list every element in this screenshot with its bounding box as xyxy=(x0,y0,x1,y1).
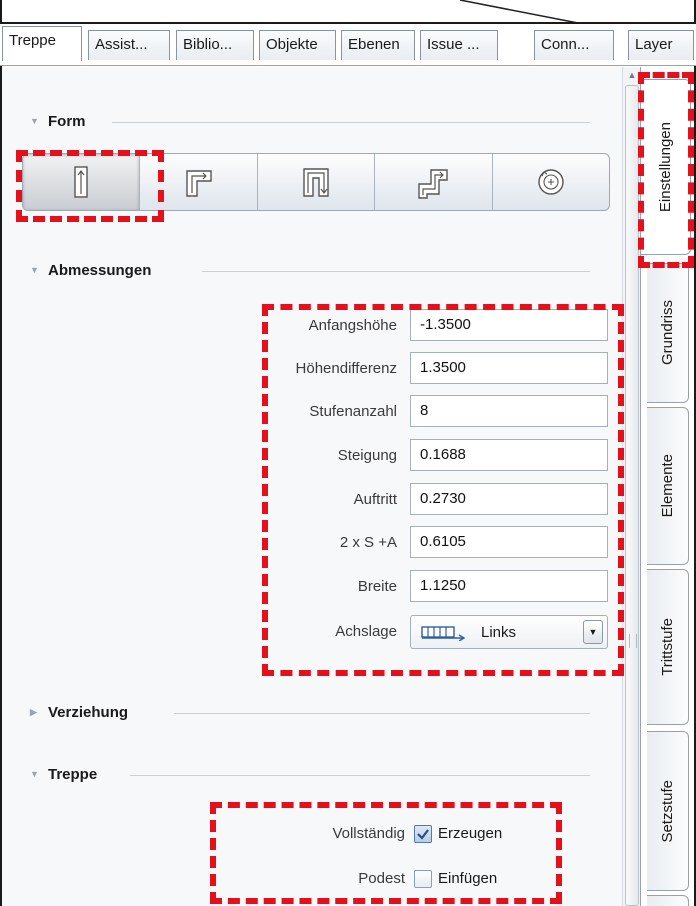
dimension-label: 2 x S +A xyxy=(339,534,397,551)
dimension-row: Achslage Links ▼ xyxy=(242,615,612,649)
achslage-value: Links xyxy=(481,623,517,641)
side-tab-label: Elemente xyxy=(659,454,676,518)
erzeugen-checkbox[interactable] xyxy=(414,825,432,843)
section-treppe-header[interactable]: ▼ Treppe xyxy=(30,764,97,784)
scroll-up-icon[interactable]: ▲ xyxy=(626,69,638,81)
stair-shape-selector xyxy=(22,153,610,211)
side-tab-trittstufe[interactable]: Trittstufe xyxy=(647,569,689,725)
auftritt-input[interactable]: 0.2730 xyxy=(410,483,608,515)
schrittmass-input[interactable]: 0.6105 xyxy=(410,526,608,558)
side-tab-bar: Einstellungen Grundriss Elemente Trittst… xyxy=(640,67,694,906)
u-shaped-stair-icon xyxy=(303,168,329,197)
steigung-input[interactable]: 0.1688 xyxy=(410,439,608,471)
tab-bibliothek[interactable]: Biblio... xyxy=(176,30,254,60)
divider xyxy=(112,122,590,123)
grip-icon xyxy=(629,634,637,648)
vollstaendig-row: Vollständig Erzeugen xyxy=(242,819,562,849)
vertical-scrollbar[interactable]: ▲ xyxy=(622,67,640,906)
checkmark-icon xyxy=(417,829,429,840)
section-title: Abmessungen xyxy=(48,261,152,279)
side-tab-elemente[interactable]: Elemente xyxy=(647,407,689,565)
spiral-stair-button[interactable] xyxy=(493,154,609,210)
axis-position-icon xyxy=(421,626,466,641)
spiral-stair-icon xyxy=(538,169,564,195)
dimension-label: Stufenanzahl xyxy=(309,403,397,420)
tab-label: Assist... xyxy=(95,36,148,53)
tab-label: Layer xyxy=(635,36,673,53)
vollstaendig-label: Vollständig xyxy=(332,825,405,842)
hoehendifferenz-input[interactable]: 1.3500 xyxy=(410,352,608,384)
section-verziehung-header[interactable]: ▶ Verziehung xyxy=(30,702,128,722)
side-tab-label: Trittstufe xyxy=(659,618,676,676)
podest-row: Podest Einfügen xyxy=(242,864,562,894)
stufenanzahl-input[interactable]: 8 xyxy=(410,395,608,427)
section-abmessungen-header[interactable]: ▼ Abmessungen xyxy=(30,260,151,280)
l-shaped-stair-button[interactable] xyxy=(140,154,258,210)
collapse-arrow-icon: ▼ xyxy=(30,265,39,275)
tab-label: Ebenen xyxy=(348,36,400,53)
tab-label: Objekte xyxy=(266,36,318,53)
tab-label: Conn... xyxy=(541,36,590,53)
dimension-label: Auftritt xyxy=(353,491,397,508)
collapse-arrow-icon: ▼ xyxy=(30,116,39,126)
side-tab-setzstufe[interactable]: Setzstufe xyxy=(647,731,689,891)
dimension-row: Anfangshöhe -1.3500 xyxy=(242,309,612,343)
dimension-row: Höhendifferenz 1.3500 xyxy=(242,352,612,386)
straight-stair-icon xyxy=(74,166,88,198)
z-shaped-stair-icon xyxy=(418,169,449,199)
dimension-row: Stufenanzahl 8 xyxy=(242,395,612,429)
tab-ebenen[interactable]: Ebenen xyxy=(341,30,415,60)
anfangshoehe-input[interactable]: -1.3500 xyxy=(410,309,608,341)
tab-label: Treppe xyxy=(9,32,56,49)
podest-label: Podest xyxy=(358,870,405,887)
einfuegen-checkbox[interactable] xyxy=(414,870,432,888)
straight-stair-button[interactable] xyxy=(23,154,141,210)
section-form-header[interactable]: ▼ Form xyxy=(30,111,86,131)
tab-label: Biblio... xyxy=(183,36,233,53)
scroll-thumb[interactable] xyxy=(625,85,639,906)
tab-issue[interactable]: Issue ... xyxy=(420,30,498,60)
tab-connect[interactable]: Conn... xyxy=(534,30,614,60)
achslage-dropdown[interactable]: Links ▼ xyxy=(410,615,608,649)
dimension-row: 2 x S +A 0.6105 xyxy=(242,526,612,560)
dimension-label: Steigung xyxy=(337,447,397,464)
properties-panel: ▼ Form ▼ Abmessungen Anfangshöhe -1.3500… xyxy=(2,67,622,906)
tab-objekte[interactable]: Objekte xyxy=(259,30,336,60)
l-shaped-stair-icon xyxy=(185,170,212,197)
section-title: Form xyxy=(48,112,86,130)
tab-treppe[interactable]: Treppe xyxy=(2,26,82,61)
dimension-row: Breite 1.1250 xyxy=(242,570,612,604)
divider xyxy=(130,775,590,776)
divider xyxy=(202,271,590,272)
tab-assistent[interactable]: Assist... xyxy=(88,30,170,60)
tab-label: Issue ... xyxy=(427,36,480,53)
side-tab-einstellungen[interactable]: Einstellungen xyxy=(641,79,691,255)
dimension-label: Achslage xyxy=(335,623,397,640)
side-tab-label: Grundriss xyxy=(659,300,676,366)
chevron-down-icon[interactable]: ▼ xyxy=(583,620,603,644)
breite-input[interactable]: 1.1250 xyxy=(410,570,608,602)
side-tab-grundriss[interactable]: Grundriss xyxy=(647,263,689,403)
section-title: Treppe xyxy=(48,765,98,783)
divider xyxy=(174,713,590,714)
top-tab-strip: Treppe Assist... Biblio... Objekte Ebene… xyxy=(0,22,696,66)
u-shaped-stair-button[interactable] xyxy=(258,154,376,210)
dimension-row: Steigung 0.1688 xyxy=(242,439,612,473)
dimension-label: Anfangshöhe xyxy=(308,317,397,334)
side-tab-label: Einstellungen xyxy=(657,121,674,213)
z-shaped-stair-button[interactable] xyxy=(375,154,493,210)
erzeugen-label[interactable]: Erzeugen xyxy=(438,819,502,849)
tab-layer[interactable]: Layer xyxy=(628,30,694,60)
expand-arrow-icon: ▶ xyxy=(30,706,37,717)
section-title: Verziehung xyxy=(48,703,129,721)
dimension-row: Auftritt 0.2730 xyxy=(242,483,612,517)
collapse-arrow-icon: ▼ xyxy=(30,769,39,779)
dimension-label: Breite xyxy=(357,578,397,595)
einfuegen-label[interactable]: Einfügen xyxy=(438,864,497,894)
side-tab-label: Setzstufe xyxy=(659,779,676,843)
dimension-label: Höhendifferenz xyxy=(295,360,397,377)
side-tab-more[interactable] xyxy=(647,895,689,906)
